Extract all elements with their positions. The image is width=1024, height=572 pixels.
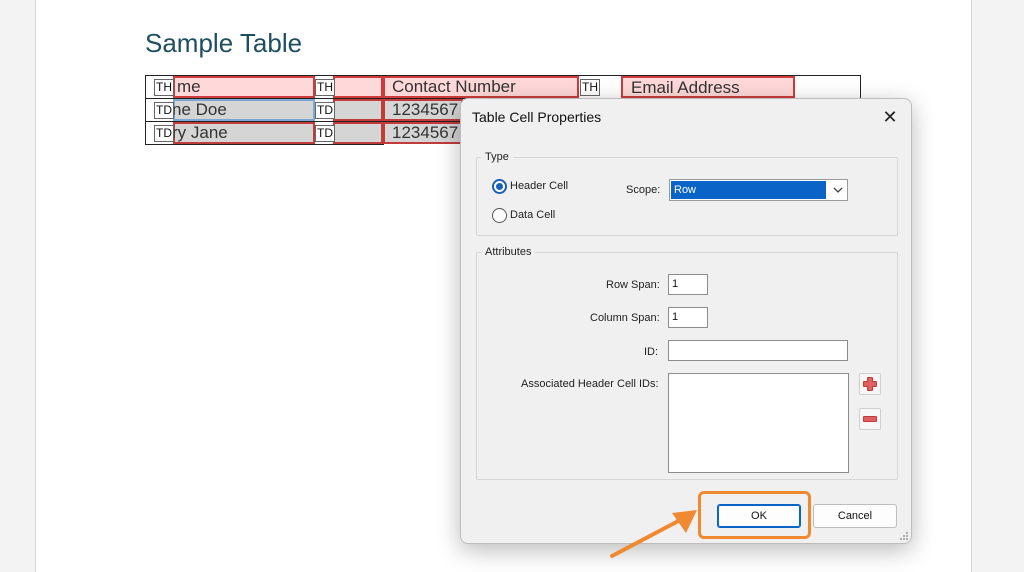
document-title: Sample Table	[145, 28, 303, 58]
table-cell-properties-dialog: Table Cell Properties ✕ Type Header Cell…	[460, 98, 912, 544]
table-col-divider	[145, 75, 146, 145]
header-contact-text: Contact Number	[392, 77, 516, 96]
header-email-text: Email Address	[631, 78, 740, 97]
td-tag[interactable]: TD	[315, 125, 335, 142]
ok-button-annotation-highlight	[698, 491, 811, 539]
scope-select[interactable]: Row	[669, 179, 848, 201]
associated-header-ids-list[interactable]	[668, 373, 849, 473]
header-cell-label: Header Cell	[510, 180, 569, 192]
remove-icon[interactable]	[859, 408, 881, 430]
th-tag[interactable]: TH	[315, 79, 335, 96]
column-span-input[interactable]: 1	[668, 307, 708, 328]
resize-grip-icon[interactable]	[899, 531, 909, 541]
table-border-bottom	[145, 144, 383, 145]
td-tag[interactable]: TD	[315, 102, 335, 119]
td-tag[interactable]: TD	[154, 102, 174, 119]
row2-contact-text: 1234567	[392, 123, 459, 142]
column-span-label: Column Span:	[590, 312, 660, 324]
th-tag[interactable]: TH	[580, 79, 600, 96]
row-span-input[interactable]: 1	[668, 274, 708, 295]
table-col-divider	[860, 75, 861, 98]
header-name-text: me	[177, 77, 201, 96]
data-cell-highlight[interactable]	[333, 99, 383, 121]
data-cell-highlight[interactable]	[333, 122, 383, 144]
type-group-legend: Type	[485, 151, 509, 163]
chevron-down-icon[interactable]	[832, 182, 844, 201]
data-cell-label: Data Cell	[510, 209, 556, 221]
scope-label: Scope:	[626, 184, 661, 196]
close-icon[interactable]: ✕	[879, 106, 901, 128]
dialog-title: Table Cell Properties	[472, 109, 602, 125]
th-tag[interactable]: TH	[154, 79, 174, 96]
row1-contact-text: 1234567	[392, 100, 459, 119]
annotation-arrow-icon	[610, 510, 697, 558]
id-input[interactable]	[668, 340, 848, 361]
row-span-label: Row Span:	[606, 279, 660, 291]
scope-selected-value: Row	[671, 181, 826, 199]
add-icon[interactable]	[859, 373, 881, 395]
row1-name-text: ne Doe	[172, 100, 227, 119]
data-cell-radio[interactable]	[492, 208, 507, 223]
associated-header-ids-label: Associated Header Cell IDs:	[521, 378, 659, 390]
cancel-button[interactable]: Cancel	[813, 504, 897, 528]
header-cell-highlight[interactable]	[333, 76, 383, 98]
row2-name-text: ry Jane	[172, 123, 228, 142]
id-label: ID:	[644, 346, 659, 358]
attributes-group-legend: Attributes	[485, 246, 532, 258]
td-tag[interactable]: TD	[154, 125, 174, 142]
header-cell-radio[interactable]	[492, 179, 507, 194]
